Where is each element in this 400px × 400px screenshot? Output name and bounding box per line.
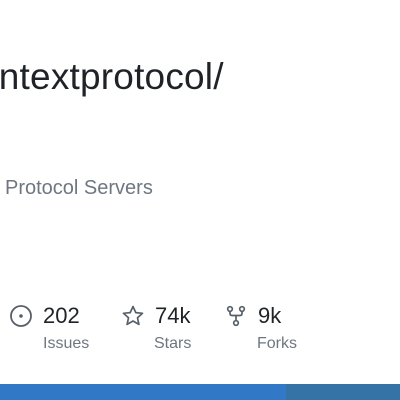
repo-social-card: ontextprotocol/ Protocol Servers 202 Iss…	[0, 0, 400, 400]
forks-count: 9k	[258, 303, 282, 328]
repo-name[interactable]: ontextprotocol/	[0, 56, 224, 98]
language-bar	[0, 384, 400, 400]
stars-stat[interactable]: 74k Stars	[121, 302, 191, 352]
issues-stat[interactable]: 202 Issues	[9, 302, 89, 352]
forks-stat[interactable]: 9k Forks	[224, 302, 297, 352]
language-segment-secondary	[286, 384, 400, 400]
stars-count: 74k	[155, 303, 191, 328]
issues-count: 202	[43, 303, 80, 328]
forks-label: Forks	[257, 335, 297, 352]
repo-forked-icon	[224, 304, 248, 328]
issue-opened-icon	[9, 304, 33, 328]
stars-label: Stars	[154, 335, 192, 352]
issues-label: Issues	[43, 335, 90, 352]
star-icon	[121, 304, 145, 328]
repo-description: Protocol Servers	[5, 177, 153, 199]
language-segment-primary	[0, 384, 286, 400]
